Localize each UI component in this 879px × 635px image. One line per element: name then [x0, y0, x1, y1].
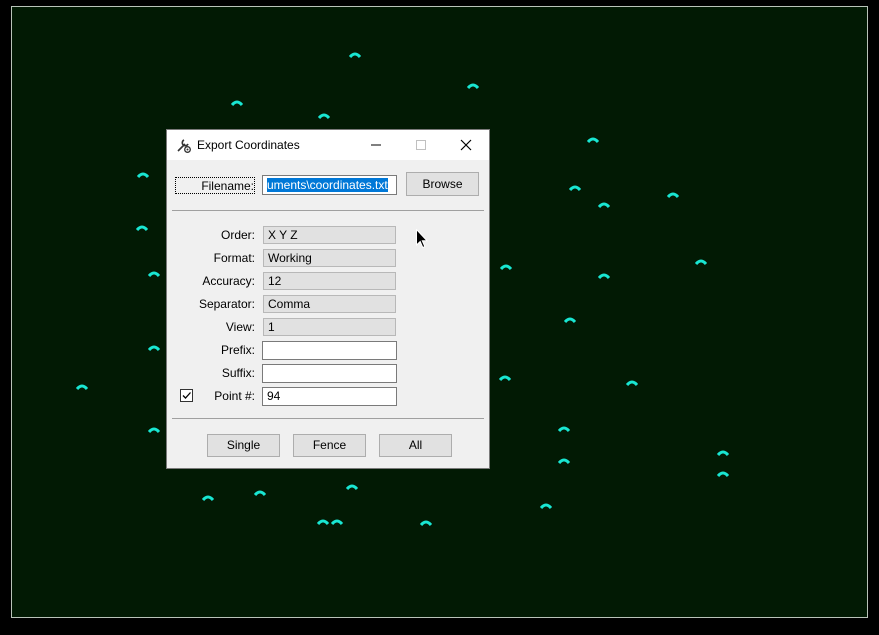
point-marker: [467, 83, 479, 89]
point-marker: [254, 490, 266, 496]
filename-label: Filename:: [175, 177, 255, 194]
accuracy-field: 12: [263, 272, 396, 290]
point-marker: [564, 317, 576, 323]
all-button[interactable]: All: [379, 434, 452, 457]
point-marker: [598, 273, 610, 279]
accuracy-label: Accuracy:: [202, 274, 255, 288]
dialog-titlebar[interactable]: Export Coordinates: [167, 130, 489, 160]
point-marker: [500, 264, 512, 270]
order-label: Order:: [220, 228, 255, 242]
point-number-label: Point #:: [214, 389, 255, 403]
view-label: View:: [225, 320, 255, 334]
point-marker: [76, 384, 88, 390]
point-marker: [558, 426, 570, 432]
maximize-icon: [416, 140, 426, 150]
minimize-icon: [371, 144, 381, 146]
divider: [172, 210, 484, 211]
fence-button[interactable]: Fence: [293, 434, 366, 457]
point-marker: [202, 495, 214, 501]
point-number-input[interactable]: 94: [262, 387, 397, 406]
point-marker: [540, 503, 552, 509]
point-marker: [346, 484, 358, 490]
export-coordinates-dialog: Export Coordinates Filename: uments\coor…: [166, 129, 490, 469]
point-marker: [626, 380, 638, 386]
dialog-title: Export Coordinates: [197, 138, 300, 152]
divider: [172, 418, 484, 419]
point-marker: [667, 192, 679, 198]
point-marker: [420, 520, 432, 526]
point-marker: [569, 185, 581, 191]
format-field: Working: [263, 249, 396, 267]
suffix-input[interactable]: [262, 364, 397, 383]
point-marker: [598, 202, 610, 208]
single-button[interactable]: Single: [207, 434, 280, 457]
point-marker: [148, 427, 160, 433]
minimize-button[interactable]: [353, 130, 399, 160]
close-icon: [460, 139, 472, 151]
point-marker: [331, 519, 343, 525]
view-field: 1: [263, 318, 396, 336]
point-marker: [717, 471, 729, 477]
format-label: Format:: [213, 251, 255, 265]
point-marker: [148, 271, 160, 277]
filename-input[interactable]: uments\coordinates.txt: [262, 175, 397, 195]
order-field: X Y Z: [263, 226, 396, 244]
browse-button[interactable]: Browse: [406, 172, 479, 196]
point-marker: [136, 225, 148, 231]
close-button[interactable]: [443, 130, 489, 160]
point-marker: [317, 519, 329, 525]
point-marker: [499, 375, 511, 381]
point-marker: [318, 113, 330, 119]
filename-value: uments\coordinates.txt: [267, 178, 388, 192]
prefix-input[interactable]: [262, 341, 397, 360]
separator-field: Comma: [263, 295, 396, 313]
suffix-label: Suffix:: [221, 366, 255, 380]
point-marker: [137, 172, 149, 178]
wrench-settings-icon: [175, 137, 192, 154]
point-marker: [717, 450, 729, 456]
point-marker: [558, 458, 570, 464]
prefix-label: Prefix:: [220, 343, 255, 357]
point-marker: [587, 137, 599, 143]
point-marker: [148, 345, 160, 351]
separator-label: Separator:: [198, 297, 255, 311]
point-marker: [231, 100, 243, 106]
point-marker: [695, 259, 707, 265]
maximize-button: [398, 130, 444, 160]
arrow-cursor-icon: [416, 228, 429, 249]
point-marker: [349, 52, 361, 58]
